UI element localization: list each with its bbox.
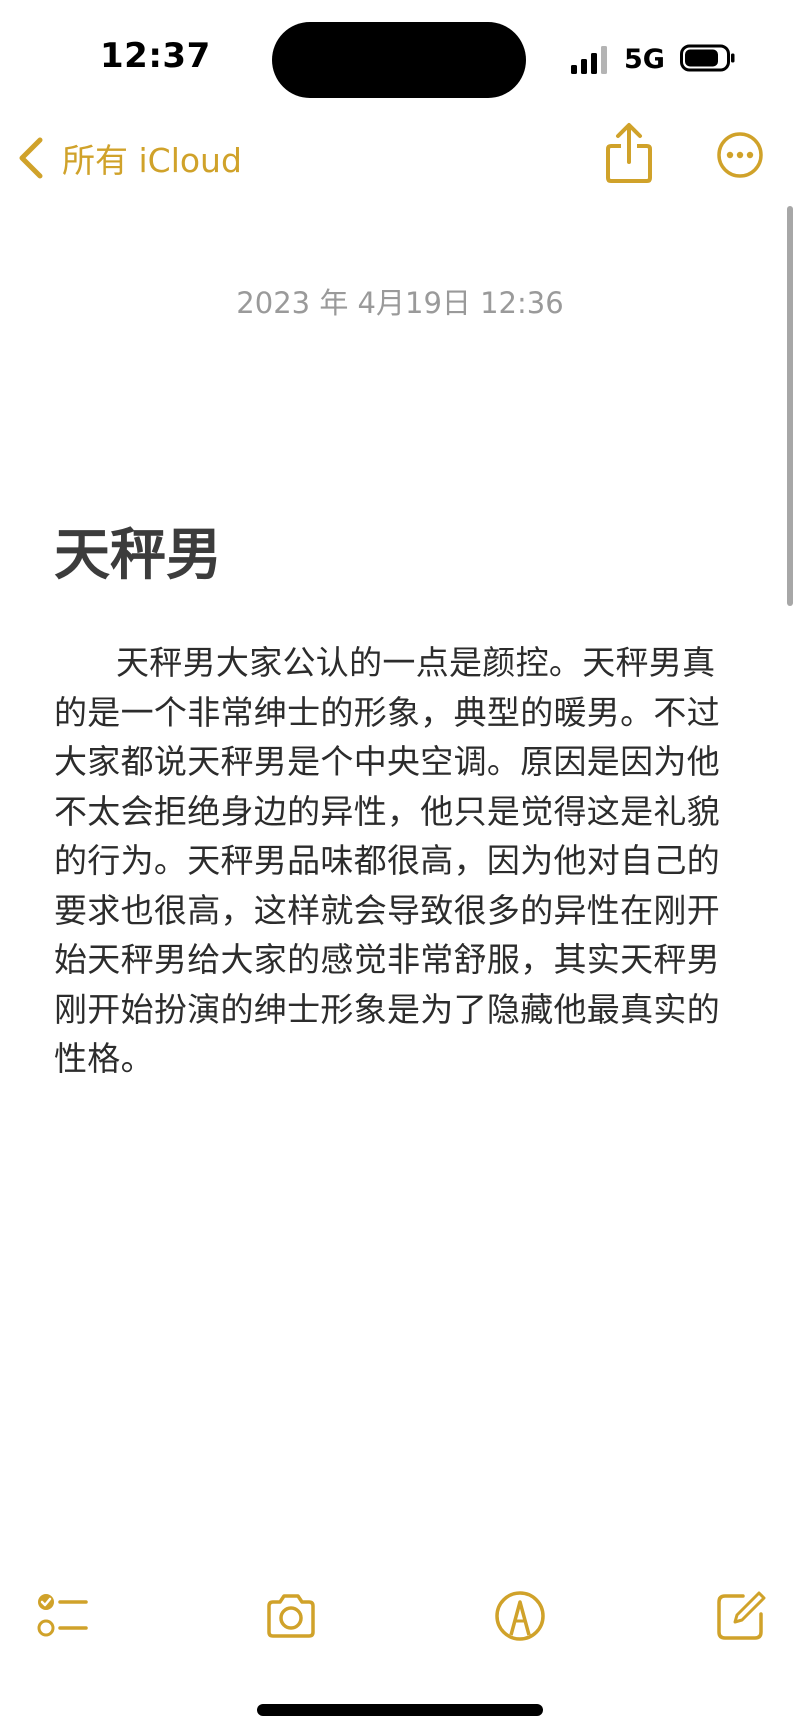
compose-icon[interactable] — [713, 1588, 769, 1644]
home-indicator[interactable] — [257, 1704, 543, 1716]
bottom-toolbar — [0, 1588, 800, 1658]
back-button[interactable]: 所有 iCloud — [14, 128, 242, 188]
note-date: 2023 年 4月19日 12:36 — [236, 286, 564, 320]
network-label: 5G — [624, 44, 665, 75]
scrollbar[interactable] — [787, 206, 793, 606]
notes-screen: 12:37 5G 所有 iCloud 2023 年 4月19日 12:36 天秤… — [0, 0, 800, 1734]
chevron-left-icon — [19, 137, 43, 179]
markup-icon[interactable] — [492, 1588, 548, 1644]
signal-icon — [571, 46, 607, 74]
checklist-icon[interactable] — [34, 1588, 90, 1644]
note-body[interactable]: 天秤男大家公认的一点是颜控。天秤男真的是一个非常绅士的形象，典型的暖男。不过大家… — [54, 638, 736, 1084]
camera-icon[interactable] — [263, 1588, 319, 1644]
status-time: 12:37 — [100, 36, 211, 76]
dynamic-island — [272, 22, 526, 98]
battery-icon — [680, 44, 735, 72]
more-icon[interactable] — [715, 130, 765, 180]
nav-bar: 所有 iCloud — [0, 118, 800, 198]
status-bar: 12:37 5G — [0, 0, 800, 120]
back-label: 所有 iCloud — [62, 141, 242, 180]
note-title[interactable]: 天秤男 — [54, 510, 222, 591]
share-icon[interactable] — [604, 122, 654, 186]
